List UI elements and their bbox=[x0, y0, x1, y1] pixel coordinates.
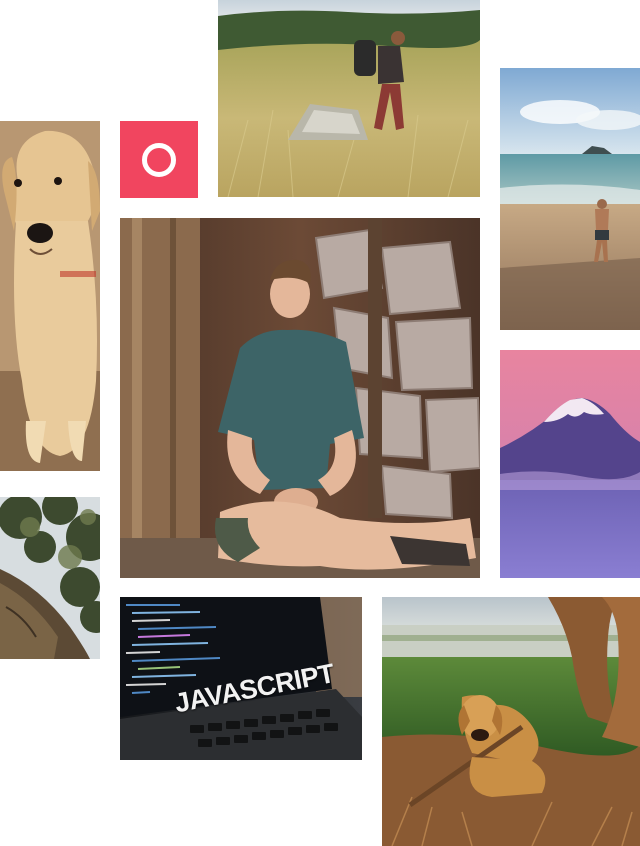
photo-hiker-grassland bbox=[218, 0, 480, 197]
circle-ring-icon bbox=[142, 142, 176, 177]
brand-logo bbox=[120, 121, 198, 198]
photo-portrait-man bbox=[120, 218, 480, 578]
photo-laptop-javascript: JAVASCRIPT bbox=[120, 597, 362, 760]
photo-tree-canopy bbox=[0, 497, 100, 659]
photo-golden-retriever bbox=[0, 121, 100, 471]
photo-collage: JAVASCRIPT bbox=[0, 0, 640, 846]
photo-dog-with-stick bbox=[382, 597, 640, 846]
photo-mount-fuji bbox=[500, 350, 640, 578]
photo-beach-person bbox=[500, 68, 640, 330]
